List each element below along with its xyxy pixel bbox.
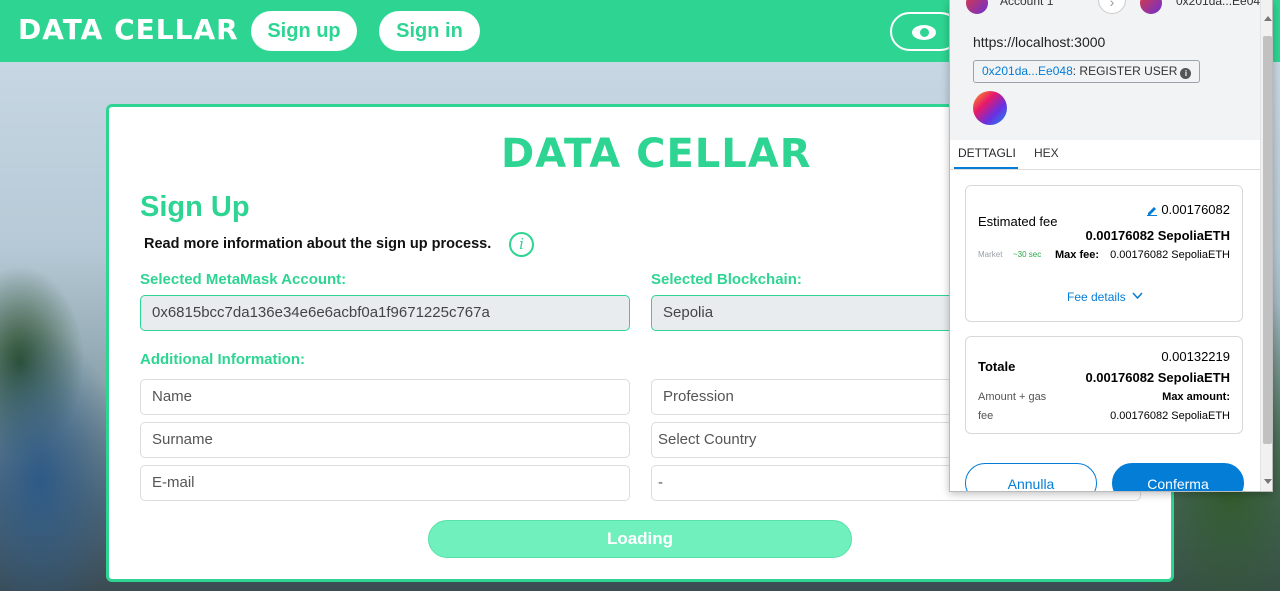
tab-details[interactable]: DETTAGLI xyxy=(958,146,1016,160)
cancel-button[interactable]: Annulla xyxy=(965,463,1097,491)
fee-details-label[interactable]: Fee details xyxy=(1067,290,1126,304)
amount-gas-label-fee: fee xyxy=(978,410,994,422)
metamask-tabs: DETTAGLI HEX xyxy=(950,140,1260,170)
contract-method: : REGISTER USER xyxy=(1072,64,1178,78)
contract-address[interactable]: 0x201da...Ee048 xyxy=(982,64,1073,78)
eye-icon xyxy=(912,25,936,40)
metamask-account-field[interactable]: 0x6815bcc7da136e34e6e6acbf0a1f9671225c76… xyxy=(140,295,630,331)
name-input[interactable]: Name xyxy=(140,379,630,415)
estimated-fee-label: Estimated fee xyxy=(978,214,1058,229)
card-logo: DATA CELLAR xyxy=(501,131,812,177)
recipient-address: 0x201da...Ee048 xyxy=(1176,0,1267,8)
surname-input[interactable]: Surname xyxy=(140,422,630,458)
max-fee-value: 0.00176082 SepoliaETH xyxy=(1110,249,1230,261)
confirm-button[interactable]: Conferma xyxy=(1112,463,1244,491)
info-icon[interactable]: i xyxy=(1180,68,1192,79)
max-fee-label: Max fee: xyxy=(1055,249,1100,261)
market-label: Market xyxy=(978,250,1003,259)
signup-button[interactable]: Sign up xyxy=(251,11,357,51)
account-name: Account 1 xyxy=(1000,0,1054,8)
estimated-fee-box: Estimated fee 0.00176082 0.00176082 Sepo… xyxy=(965,185,1243,322)
recipient-avatar xyxy=(1140,0,1162,14)
estimated-fee-value: 0.00176082 xyxy=(1161,202,1230,217)
metamask-account-label: Selected MetaMask Account: xyxy=(140,271,347,288)
loading-button[interactable]: Loading xyxy=(428,520,852,558)
header-logo[interactable]: DATA CELLAR xyxy=(18,14,239,46)
contract-avatar xyxy=(973,91,1007,125)
additional-info-label: Additional Information: xyxy=(140,351,305,368)
email-input[interactable]: E-mail xyxy=(140,465,630,501)
tab-underline xyxy=(954,167,1018,169)
tab-hex[interactable]: HEX xyxy=(1034,146,1059,160)
contract-method-chip[interactable]: 0x201da...Ee048: REGISTER USER i xyxy=(973,60,1201,83)
info-icon[interactable]: i xyxy=(509,232,534,257)
total-eth: 0.00176082 SepoliaETH xyxy=(1085,370,1230,385)
signin-button[interactable]: Sign in xyxy=(379,11,480,51)
origin-url: https://localhost:3000 xyxy=(973,34,1106,50)
amount-gas-label: Amount + gas xyxy=(978,391,1047,403)
total-label: Totale xyxy=(978,359,1016,374)
page-title: Sign Up xyxy=(140,191,250,223)
market-time: ~30 sec xyxy=(1013,250,1042,259)
chevron-down-icon xyxy=(1132,292,1143,300)
edit-icon[interactable] xyxy=(1146,204,1158,216)
estimated-fee-eth: 0.00176082 SepoliaETH xyxy=(1085,228,1230,243)
scrollbar[interactable] xyxy=(1260,0,1272,491)
total-box: Totale 0.00132219 0.00176082 SepoliaETH … xyxy=(965,336,1243,434)
max-amount-value: 0.00176082 SepoliaETH xyxy=(1110,410,1230,422)
scroll-down-icon[interactable] xyxy=(1264,479,1272,484)
fee-details-link[interactable]: Fee details xyxy=(1067,290,1143,304)
signup-info-text: Read more information about the sign up … xyxy=(144,236,492,252)
scrollbar-thumb[interactable] xyxy=(1263,36,1272,444)
arrow-right-icon: › xyxy=(1098,0,1126,14)
metamask-header: Account 1 › 0x201da...Ee048 https://loca… xyxy=(950,0,1267,140)
metamask-popup: Account 1 › 0x201da...Ee048 https://loca… xyxy=(949,0,1273,492)
total-value: 0.00132219 xyxy=(1161,349,1230,364)
blockchain-label: Selected Blockchain: xyxy=(651,271,802,288)
account-avatar xyxy=(966,0,988,14)
max-amount-label: Max amount: xyxy=(1162,391,1230,403)
scroll-up-icon[interactable] xyxy=(1264,16,1272,21)
